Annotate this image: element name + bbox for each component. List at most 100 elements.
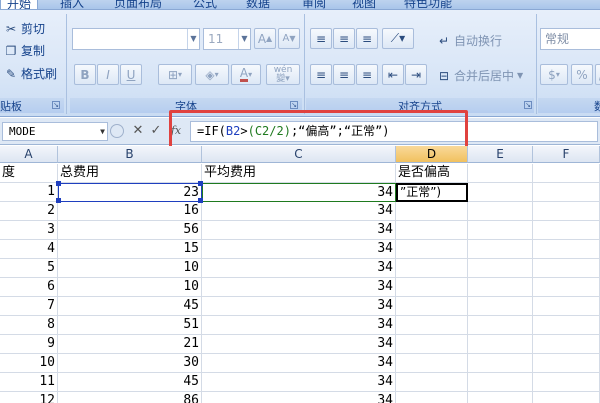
cell-f-row-1[interactable] [533,183,600,202]
cell-d-row-7[interactable] [396,297,468,316]
grow-font-button[interactable]: A ▲ [254,28,276,49]
column-header-b[interactable]: B [58,146,202,163]
cell-a-row-5[interactable]: 5 [0,259,58,278]
cell-a-row-6[interactable]: 6 [0,278,58,297]
cell-c-row-7[interactable]: 34 [202,297,396,316]
cell-f-row-6[interactable] [533,278,600,297]
cell-a-row-10[interactable]: 10 [0,354,58,373]
clipboard-launcher-icon[interactable]: ↘ [52,101,60,109]
italic-button[interactable]: I [97,64,119,85]
cell-d-row-2[interactable] [396,202,468,221]
cell-c-row-10[interactable]: 34 [202,354,396,373]
cancel-entry-icon[interactable]: ✕ [130,123,146,139]
underline-button[interactable]: U [120,64,142,85]
number-format-select[interactable]: 常规 [540,28,600,50]
cell-e-header[interactable] [468,164,533,183]
cell-f-row-8[interactable] [533,316,600,335]
align-left-button[interactable]: ≡ [310,64,332,85]
tab-insert[interactable]: 插入 [60,0,84,9]
cell-b-row-2[interactable]: 16 [58,202,202,221]
cell-e-row-4[interactable] [468,240,533,259]
cell-f-row-2[interactable] [533,202,600,221]
tab-home[interactable]: 开始 [0,0,39,9]
cell-f-row-10[interactable] [533,354,600,373]
wrap-text-button[interactable]: ↵ 自动换行 [437,32,502,49]
cell-b-row-8[interactable]: 51 [58,316,202,335]
insert-function-icon[interactable]: fx [168,123,184,139]
cut-button[interactable]: ✂ 剪切 [4,20,45,37]
column-header-c[interactable]: C [202,146,396,163]
cell-b-row-7[interactable]: 45 [58,297,202,316]
align-bottom-button[interactable]: ≡ [356,28,378,49]
cell-d-row-5[interactable] [396,259,468,278]
cell-f-row-5[interactable] [533,259,600,278]
referenced-cell-b2[interactable]: 23 [58,183,202,202]
fill-color-button[interactable]: ◈ ▾ [195,64,229,85]
cell-b-row-9[interactable]: 21 [58,335,202,354]
align-middle-button[interactable]: ≡ [333,28,355,49]
cell-f-row-9[interactable] [533,335,600,354]
font-name-select[interactable]: ▼ [72,28,200,50]
cell-e-row-7[interactable] [468,297,533,316]
cell-a-row-8[interactable]: 8 [0,316,58,335]
cell-f-row-12[interactable] [533,392,600,403]
cell-a-row-1[interactable]: 1 [0,183,58,202]
cell-f-header[interactable] [533,164,600,183]
cell-d-row-9[interactable] [396,335,468,354]
cell-c-row-8[interactable]: 34 [202,316,396,335]
referenced-cell-c2[interactable]: 34 [202,183,396,202]
cell-e-row-2[interactable] [468,202,533,221]
cell-d-row-8[interactable] [396,316,468,335]
column-header-f[interactable]: F [533,146,600,163]
cell-d-row-10[interactable] [396,354,468,373]
bold-button[interactable]: B [74,64,96,85]
cell-e-row-9[interactable] [468,335,533,354]
tab-formulas[interactable]: 公式 [193,0,217,9]
column-header-d[interactable]: D [396,146,468,163]
phonetic-guide-button[interactable]: wén 變▾ [266,64,300,85]
increase-indent-button[interactable]: ⇥ [405,64,427,85]
cell-c-row-5[interactable]: 34 [202,259,396,278]
cell-e-row-10[interactable] [468,354,533,373]
confirm-entry-icon[interactable]: ✓ [148,123,164,139]
cell-e-row-11[interactable] [468,373,533,392]
formula-options-icon[interactable] [110,124,124,138]
cell-d-row-6[interactable] [396,278,468,297]
cell-f-row-3[interactable] [533,221,600,240]
cell-b-row-10[interactable]: 30 [58,354,202,373]
cell-a-row-9[interactable]: 9 [0,335,58,354]
range-handle[interactable] [198,198,203,203]
cell-b-row-5[interactable]: 10 [58,259,202,278]
cell-c-row-4[interactable]: 34 [202,240,396,259]
cell-a-row-2[interactable]: 2 [0,202,58,221]
cell-a-row-3[interactable]: 3 [0,221,58,240]
comma-style-button[interactable]: , [595,64,600,85]
cell-b-row-12[interactable]: 86 [58,392,202,403]
cell-d-header[interactable]: 是否偏高 [396,164,468,183]
cell-d-row-4[interactable] [396,240,468,259]
cell-b-row-11[interactable]: 45 [58,373,202,392]
cell-e-row-8[interactable] [468,316,533,335]
cell-e-row-3[interactable] [468,221,533,240]
cell-b-header[interactable]: 总费用 [58,164,202,183]
borders-button[interactable]: ⊞ ▾ [158,64,192,85]
cell-c-row-2[interactable]: 34 [202,202,396,221]
font-size-select[interactable]: 11 ▼ [203,28,251,50]
format-painter-button[interactable]: ✎ 格式刷 [4,65,57,82]
alignment-launcher-icon[interactable]: ↘ [524,101,532,109]
cell-f-row-7[interactable] [533,297,600,316]
font-launcher-icon[interactable]: ↘ [290,101,298,109]
cell-d-row-11[interactable] [396,373,468,392]
column-header-e[interactable]: E [468,146,533,163]
cell-c-row-9[interactable]: 34 [202,335,396,354]
cell-c-row-11[interactable]: 34 [202,373,396,392]
currency-button[interactable]: $ ▾ [540,64,568,85]
cell-e-row-5[interactable] [468,259,533,278]
copy-button[interactable]: ❐ 复制 [4,42,45,59]
cell-b-row-6[interactable]: 10 [58,278,202,297]
cell-a-row-4[interactable]: 4 [0,240,58,259]
range-handle[interactable] [56,181,61,186]
tab-special-features[interactable]: 特色功能 [404,0,452,9]
cell-f-row-4[interactable] [533,240,600,259]
align-right-button[interactable]: ≡ [356,64,378,85]
